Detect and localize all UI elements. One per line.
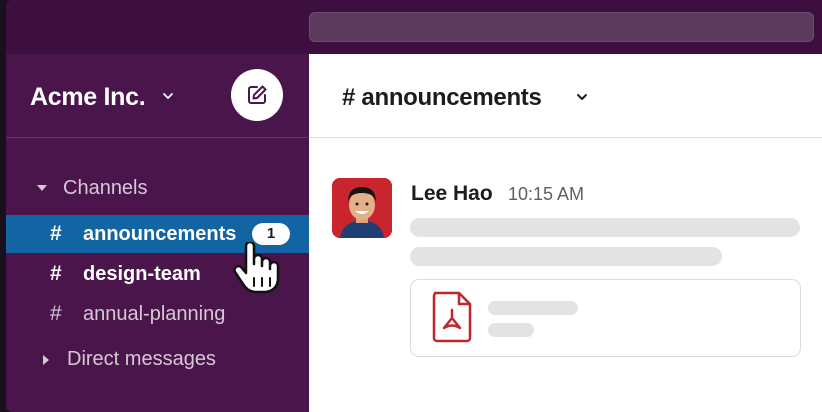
message-text-placeholder: [410, 218, 800, 237]
message-pane: # announcements Lee Hao 10:15 AM: [309, 54, 822, 412]
channel-name: annual-planning: [83, 303, 226, 325]
channel-hash-icon: #: [50, 302, 62, 325]
file-name-placeholder: [488, 301, 578, 315]
compose-icon: [248, 85, 267, 104]
file-attachment[interactable]: [410, 279, 801, 357]
message-author[interactable]: Lee Hao: [411, 182, 493, 206]
direct-messages-label: Direct messages: [67, 348, 216, 370]
chevron-down-icon[interactable]: [162, 90, 174, 102]
pdf-icon: [432, 291, 472, 343]
top-bar: [6, 0, 822, 54]
compose-button[interactable]: [231, 69, 283, 121]
channel-hash-icon: #: [50, 222, 62, 245]
avatar-portrait: [332, 178, 392, 238]
search-bar[interactable]: [309, 12, 814, 42]
app-window: Acme Inc. Channels # announcements 1 # d…: [6, 0, 822, 412]
file-meta-placeholder: [488, 323, 534, 337]
channel-hash-icon: #: [50, 262, 62, 285]
avatar[interactable]: [332, 178, 392, 238]
channel-title[interactable]: # announcements: [342, 84, 542, 112]
workspace-name[interactable]: Acme Inc.: [30, 83, 146, 112]
pointer-hand-icon: [233, 242, 280, 294]
channel-name: design-team: [83, 263, 201, 285]
chevron-down-icon[interactable]: [576, 92, 588, 102]
channels-section-label: Channels: [63, 177, 148, 199]
channel-header: # announcements: [309, 54, 822, 138]
direct-messages-section-toggle[interactable]: Direct messages: [6, 342, 309, 378]
channel-name: announcements: [83, 223, 237, 245]
sidebar-item-annual-planning[interactable]: # annual-planning: [6, 295, 309, 333]
sidebar: Acme Inc. Channels # announcements 1 # d…: [6, 54, 309, 412]
channels-section-toggle[interactable]: Channels: [6, 171, 309, 207]
caret-down-icon: [37, 185, 47, 191]
message-timestamp[interactable]: 10:15 AM: [508, 184, 584, 205]
message-text-placeholder: [410, 247, 722, 266]
workspace-header: Acme Inc.: [6, 54, 309, 138]
caret-right-icon: [43, 355, 49, 365]
